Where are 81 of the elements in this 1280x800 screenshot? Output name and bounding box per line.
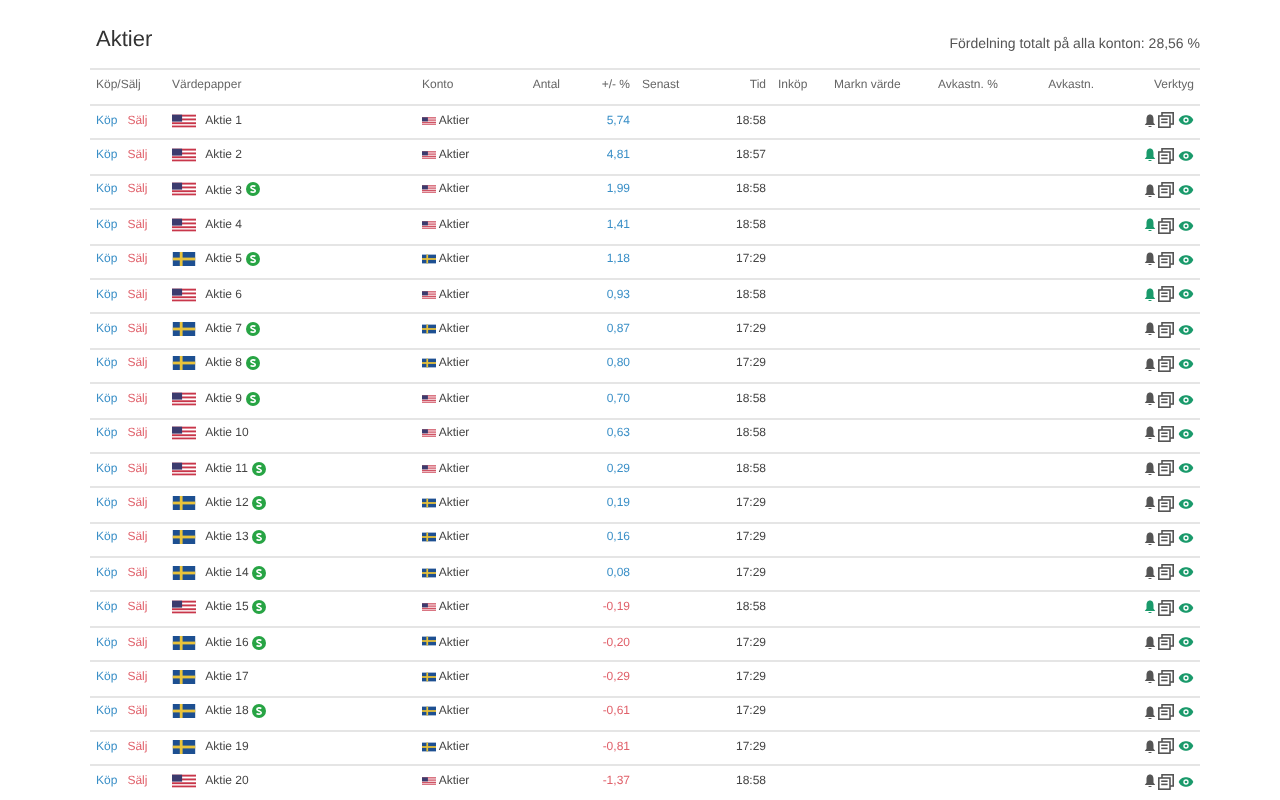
eye-icon[interactable] [1178,114,1194,127]
flag-icon [422,358,436,369]
eye-icon[interactable] [1178,288,1194,301]
eye-icon[interactable] [1178,601,1194,614]
flag-icon [422,393,436,404]
flag-icon [422,428,436,439]
flag-icon [422,532,436,543]
document-icon[interactable] [1158,321,1175,338]
bell-icon[interactable] [1143,426,1156,441]
document-icon[interactable] [1158,599,1175,616]
bell-icon[interactable] [1143,739,1156,754]
bell-icon[interactable] [1143,461,1156,476]
flag-icon [422,497,436,508]
flag-icon [422,463,436,474]
flag-icon [422,184,436,195]
flag-icon [422,150,436,160]
document-icon[interactable] [1158,530,1175,547]
eye-icon[interactable] [1178,323,1194,336]
document-icon[interactable] [1158,495,1175,512]
flag-icon [422,636,436,647]
eye-icon[interactable] [1178,532,1194,545]
bell-icon[interactable] [1143,600,1156,615]
document-icon[interactable] [1158,182,1175,199]
bell-icon[interactable] [1143,113,1156,128]
bell-icon[interactable] [1143,392,1156,407]
flag-icon [422,671,436,682]
document-icon[interactable] [1158,564,1175,581]
eye-icon[interactable] [1178,358,1194,371]
eye-icon[interactable] [1178,462,1194,475]
document-icon[interactable] [1158,704,1175,721]
bell-icon[interactable] [1143,774,1156,789]
document-icon[interactable] [1158,391,1175,408]
bell-icon[interactable] [1143,252,1156,267]
bell-icon[interactable] [1143,218,1156,233]
eye-icon[interactable] [1178,706,1194,719]
document-icon[interactable] [1158,286,1175,303]
eye-icon[interactable] [1178,775,1194,788]
document-icon[interactable] [1158,634,1175,651]
document-icon[interactable] [1158,147,1175,164]
eye-icon[interactable] [1178,671,1194,684]
document-icon[interactable] [1158,425,1175,442]
eye-icon[interactable] [1178,497,1194,510]
bell-icon[interactable] [1143,635,1156,650]
flag-icon [422,323,436,334]
flag-icon [422,741,436,752]
bell-icon[interactable] [1143,496,1156,511]
bell-icon[interactable] [1143,357,1156,372]
bell-icon[interactable] [1143,565,1156,580]
document-icon[interactable] [1158,738,1175,755]
flag-icon [422,289,436,300]
document-icon[interactable] [1158,112,1175,129]
flag-icon [422,706,436,717]
flag-icon [422,776,436,787]
document-icon[interactable] [1158,356,1175,373]
flag-icon [422,115,436,126]
eye-icon[interactable] [1178,149,1194,162]
eye-icon[interactable] [1178,566,1194,579]
eye-icon[interactable] [1178,636,1194,649]
eye-icon[interactable] [1178,184,1194,197]
flag-icon [422,602,436,613]
flag-icon [422,254,436,265]
document-icon[interactable] [1158,217,1175,234]
flag-icon [422,219,436,230]
document-icon[interactable] [1158,669,1175,686]
flag-icon [422,567,436,578]
eye-icon[interactable] [1178,253,1194,266]
bell-icon[interactable] [1143,148,1156,163]
bell-icon[interactable] [1143,705,1156,720]
bell-icon[interactable] [1143,531,1156,546]
eye-icon[interactable] [1178,427,1194,440]
bell-icon[interactable] [1143,183,1156,198]
document-icon[interactable] [1158,251,1175,268]
eye-icon[interactable] [1178,219,1194,232]
document-icon[interactable] [1158,460,1175,477]
document-icon[interactable] [1158,773,1175,790]
eye-icon[interactable] [1178,740,1194,753]
eye-icon[interactable] [1178,393,1194,406]
section-title: Aktier [96,25,153,55]
bell-icon[interactable] [1143,322,1156,337]
bell-icon[interactable] [1143,670,1156,685]
bell-icon[interactable] [1143,287,1156,302]
